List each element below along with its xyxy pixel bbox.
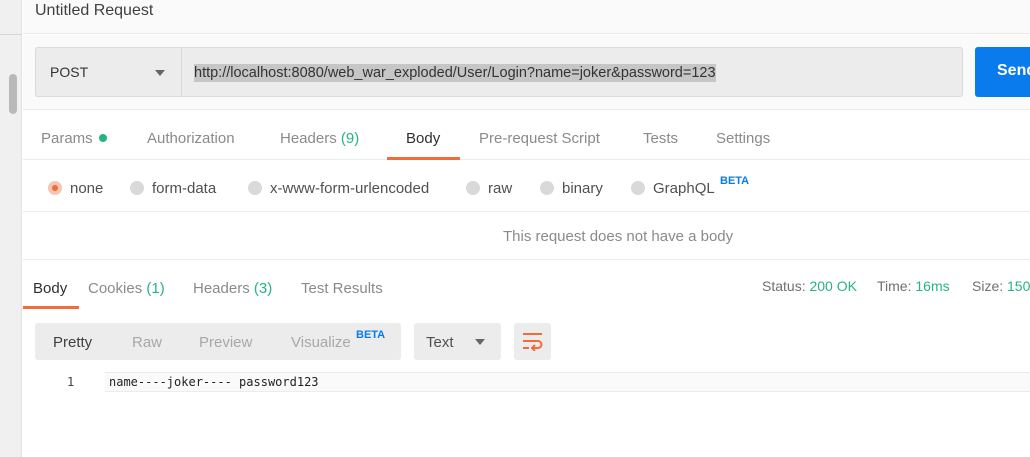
url-text: http://localhost:8080/web_war_exploded/U… bbox=[194, 64, 716, 82]
format-select[interactable]: Text bbox=[414, 323, 501, 360]
time-label: Time: bbox=[877, 278, 912, 294]
view-visualize[interactable]: Visualize bbox=[291, 334, 351, 351]
response-size: Size: 150 bbox=[972, 278, 1030, 294]
radio-binary[interactable]: binary bbox=[540, 180, 603, 197]
radio-none[interactable]: none bbox=[48, 180, 103, 197]
tab-label: Body bbox=[33, 280, 68, 297]
tab-label: Cookies bbox=[88, 280, 143, 297]
radio-label: form-data bbox=[152, 180, 217, 197]
sidebar-divider bbox=[0, 34, 22, 35]
view-mode-toggle: Pretty Raw Preview Visualize BETA bbox=[35, 323, 401, 360]
line-number: 1 bbox=[67, 375, 75, 389]
active-response-tab-indicator bbox=[23, 306, 79, 309]
caret-down-icon bbox=[155, 70, 165, 76]
tab-count: (1) bbox=[146, 280, 165, 297]
tab-label: Headers bbox=[193, 280, 250, 297]
response-tabs: Body Cookies (1) Headers (3) Test Result… bbox=[23, 260, 1030, 310]
size-value[interactable]: 150 bbox=[1007, 278, 1030, 294]
request-title[interactable]: Untitled Request bbox=[35, 2, 153, 20]
beta-badge: BETA bbox=[356, 329, 386, 341]
tab-label: Test Results bbox=[301, 280, 383, 297]
send-label: Send bbox=[997, 62, 1030, 79]
dot-icon bbox=[98, 134, 107, 142]
view-raw[interactable]: Raw bbox=[132, 334, 162, 351]
tab-label: Tests bbox=[643, 130, 679, 147]
radio-label: binary bbox=[562, 180, 603, 197]
tab-authorization[interactable]: Authorization bbox=[147, 130, 235, 147]
body-type-options: none form-data x-www-form-urlencoded raw… bbox=[23, 162, 1030, 212]
format-label: Text bbox=[426, 334, 454, 351]
request-title-bar: Untitled Request bbox=[23, 0, 1030, 34]
wrap-lines-button[interactable] bbox=[514, 323, 551, 360]
sidebar-scrollbar[interactable] bbox=[9, 74, 17, 114]
radio-label: raw bbox=[488, 180, 513, 197]
method-select[interactable]: POST bbox=[35, 47, 181, 97]
url-bar: POST http://localhost:8080/web_war_explo… bbox=[23, 35, 1030, 110]
tab-count: (9) bbox=[340, 130, 360, 147]
status-value[interactable]: 200 OK bbox=[809, 278, 856, 294]
request-tabs: Params Authorization Headers (9) Body Pr… bbox=[23, 110, 1030, 160]
view-preview[interactable]: Preview bbox=[199, 334, 252, 351]
radio-x-www-form-urlencoded[interactable]: x-www-form-urlencoded bbox=[248, 180, 429, 197]
response-tab-headers[interactable]: Headers (3) bbox=[193, 280, 272, 297]
tab-label: Body bbox=[406, 130, 441, 147]
url-input[interactable]: http://localhost:8080/web_war_exploded/U… bbox=[181, 47, 963, 97]
left-sidebar-strip bbox=[0, 0, 22, 457]
radio-raw[interactable]: raw bbox=[466, 180, 512, 197]
no-body-message: This request does not have a body bbox=[503, 228, 734, 245]
wrap-lines-icon bbox=[523, 333, 543, 351]
active-tab-indicator bbox=[387, 157, 460, 160]
tab-settings[interactable]: Settings bbox=[716, 130, 770, 147]
beta-badge: BETA bbox=[720, 175, 750, 187]
code-line[interactable]: name----joker---- password123 bbox=[109, 375, 319, 389]
tab-pre-request-script[interactable]: Pre-request Script bbox=[479, 130, 600, 147]
time-value[interactable]: 16ms bbox=[915, 278, 949, 294]
radio-icon bbox=[248, 181, 262, 195]
response-tab-cookies[interactable]: Cookies (1) bbox=[88, 280, 165, 297]
tab-label: Params bbox=[41, 130, 93, 147]
radio-icon bbox=[540, 181, 554, 195]
radio-label: x-www-form-urlencoded bbox=[270, 180, 430, 197]
size-label: Size: bbox=[972, 278, 1004, 294]
method-label: POST bbox=[50, 64, 89, 80]
response-status: Status: 200 OK bbox=[762, 278, 857, 294]
tab-label: Pre-request Script bbox=[479, 130, 600, 147]
radio-icon bbox=[130, 181, 144, 195]
radio-label: none bbox=[70, 180, 104, 197]
response-tab-body[interactable]: Body bbox=[33, 280, 67, 297]
tab-tests[interactable]: Tests bbox=[643, 130, 678, 147]
send-button[interactable]: Send bbox=[975, 47, 1030, 97]
tab-body[interactable]: Body bbox=[406, 130, 440, 147]
tab-label: Headers bbox=[280, 130, 337, 147]
empty-body-notice: This request does not have a body bbox=[23, 212, 1030, 260]
tab-params[interactable]: Params bbox=[41, 130, 107, 147]
view-pretty[interactable]: Pretty bbox=[53, 334, 92, 351]
radio-graphql[interactable]: GraphQL bbox=[631, 180, 715, 197]
radio-checked-icon bbox=[48, 181, 62, 195]
request-panel: Untitled Request POST http://localhost:8… bbox=[23, 0, 1030, 457]
radio-icon bbox=[466, 181, 480, 195]
response-tab-test-results[interactable]: Test Results bbox=[301, 280, 383, 297]
response-time: Time: 16ms bbox=[877, 278, 950, 294]
tab-headers[interactable]: Headers (9) bbox=[280, 130, 359, 147]
radio-icon bbox=[631, 181, 645, 195]
tab-label: Settings bbox=[716, 130, 771, 147]
tab-count: (3) bbox=[253, 280, 273, 297]
radio-label: GraphQL bbox=[653, 180, 715, 197]
radio-form-data[interactable]: form-data bbox=[130, 180, 216, 197]
caret-down-icon bbox=[475, 339, 485, 345]
tab-label: Authorization bbox=[147, 130, 235, 147]
response-body-editor[interactable]: 1 name----joker---- password123 bbox=[23, 372, 1030, 394]
status-label: Status: bbox=[762, 278, 806, 294]
